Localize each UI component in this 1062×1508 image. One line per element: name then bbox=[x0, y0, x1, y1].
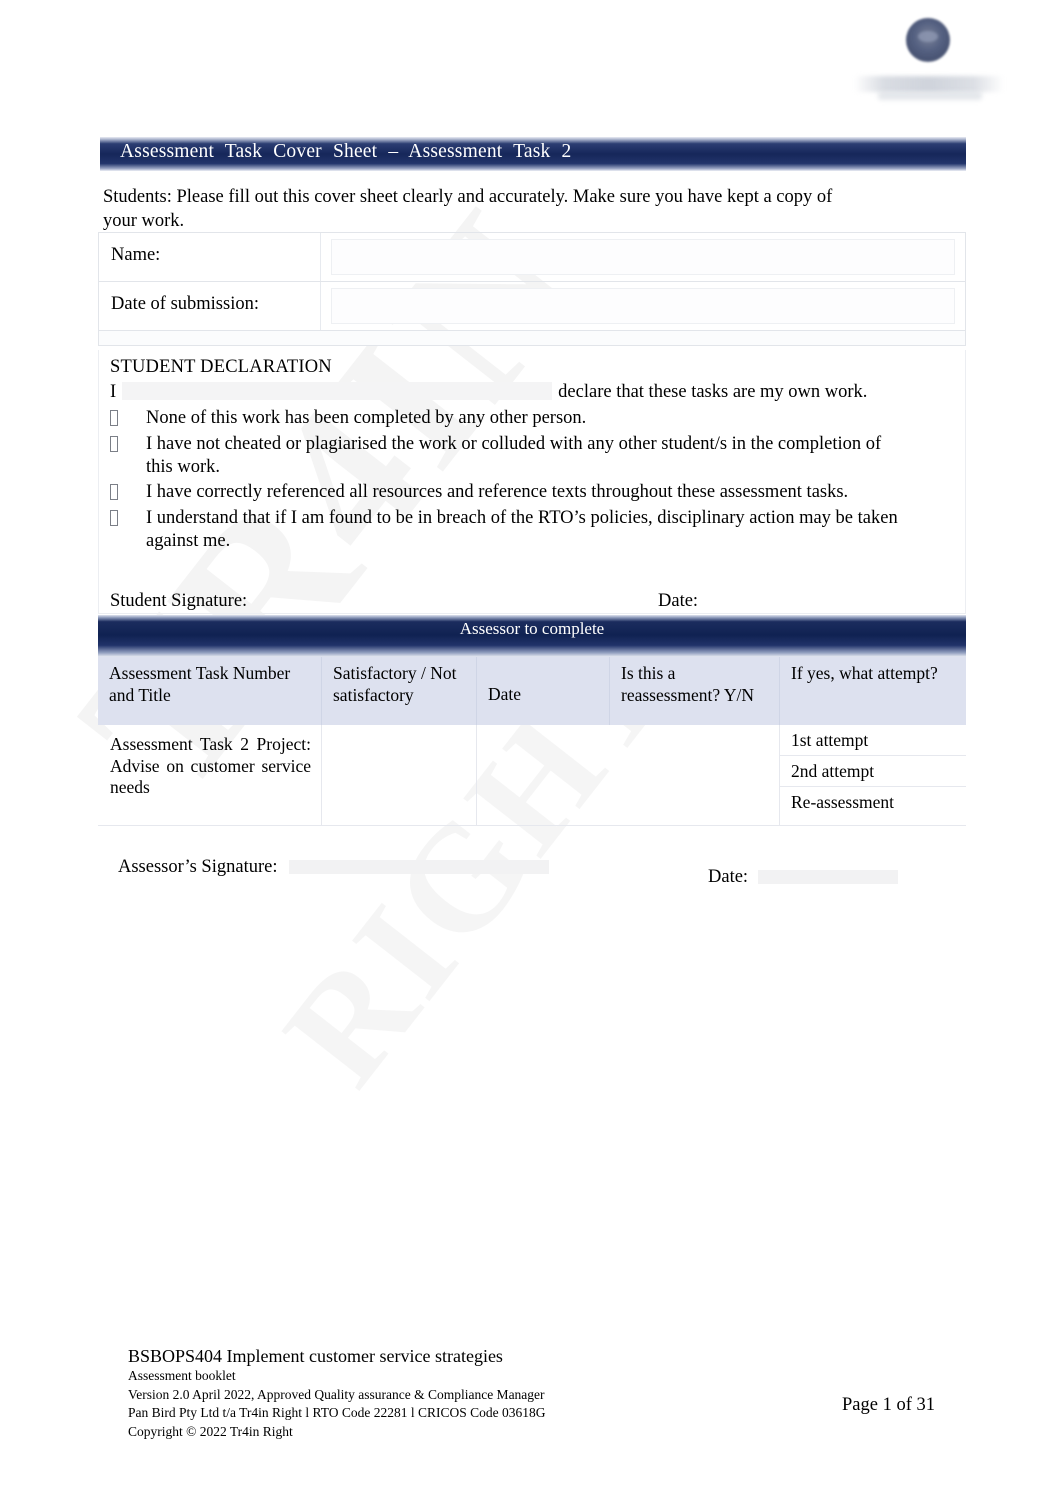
list-item: None of this work has been completed by … bbox=[110, 407, 900, 430]
attempt-option-2[interactable]: 2nd attempt bbox=[780, 756, 966, 787]
checkbox-icon bbox=[110, 433, 146, 478]
table-spacer-row bbox=[98, 331, 966, 346]
checkbox-icon bbox=[110, 481, 146, 504]
cell-attempts: 1st attempt 2nd attempt Re-assessment bbox=[780, 725, 966, 825]
assessor-date-label: Date: bbox=[708, 867, 749, 887]
column-header-satisfactory: Satisfactory / Not satisfactory bbox=[322, 657, 477, 725]
table-header-row: Assessment Task Number and Title Satisfa… bbox=[98, 657, 966, 725]
declaration-item-text: I understand that if I am found to be in… bbox=[146, 508, 898, 551]
column-header-date: Date bbox=[477, 657, 610, 725]
cell-satisfactory-input[interactable] bbox=[322, 725, 477, 825]
list-item: I understand that if I am found to be in… bbox=[110, 507, 900, 552]
student-signature-line: Student Signature: Date: bbox=[110, 591, 910, 612]
assessor-signature-label: Assessor’s Signature: bbox=[118, 857, 278, 877]
column-header-attempt: If yes, what attempt? bbox=[791, 663, 938, 683]
assessor-signature-input[interactable] bbox=[289, 860, 550, 874]
page-footer: BSBOPS404 Implement customer service str… bbox=[128, 1345, 938, 1441]
cell-date-input[interactable] bbox=[477, 725, 610, 825]
column-header-task: Assessment Task Number and Title bbox=[98, 657, 322, 725]
student-signature-date-label: Date: bbox=[658, 591, 699, 611]
cell-task-title: Assessment Task 2 Project: Advise on cus… bbox=[98, 725, 322, 825]
declaration-item-text: None of this work has been completed by … bbox=[146, 408, 587, 428]
student-details-table: Name: Date of submission: bbox=[98, 232, 966, 346]
page-number: Page 1 of 31 bbox=[842, 1395, 935, 1415]
list-item: I have correctly referenced all resource… bbox=[110, 481, 900, 504]
declaration-heading: STUDENT DECLARATION bbox=[110, 357, 332, 377]
table-row: Date of submission: bbox=[98, 281, 966, 331]
declaration-lead-line: Ideclare that these tasks are my own wor… bbox=[110, 382, 900, 403]
intro-paragraph: Students: Please fill out this cover she… bbox=[103, 187, 833, 231]
list-item: I have not cheated or plagiarised the wo… bbox=[110, 433, 900, 478]
assessor-section-banner: Assessor to complete bbox=[98, 615, 966, 657]
name-label: Name: bbox=[99, 233, 321, 281]
assessor-signature-line: Assessor’s Signature: Date: bbox=[118, 857, 938, 887]
table-row: Name: bbox=[98, 232, 966, 281]
name-input[interactable] bbox=[321, 233, 965, 281]
assessor-date-group: Date: bbox=[708, 867, 899, 888]
assessor-table: Assessment Task Number and Title Satisfa… bbox=[98, 657, 966, 826]
assessor-banner-label: Assessor to complete bbox=[459, 619, 605, 638]
declaration-items-list: None of this work has been completed by … bbox=[110, 407, 900, 555]
declaration-item-text: I have correctly referenced all resource… bbox=[146, 482, 849, 502]
checkbox-icon bbox=[110, 507, 146, 552]
page-title: Assessment Task Cover Sheet – Assessment… bbox=[120, 141, 572, 162]
declaration-lead-prefix: I bbox=[110, 382, 117, 402]
checkbox-icon bbox=[110, 407, 146, 430]
table-row: Assessment Task 2 Project: Advise on cus… bbox=[98, 725, 966, 826]
date-of-submission-label: Date of submission: bbox=[99, 282, 321, 330]
attempt-option-reassessment[interactable]: Re-assessment bbox=[780, 787, 966, 817]
cover-sheet-title-banner: Assessment Task Cover Sheet – Assessment… bbox=[100, 137, 966, 171]
student-signature-label: Student Signature: bbox=[110, 591, 248, 611]
cell-reassessment-input[interactable] bbox=[610, 725, 780, 825]
assessor-date-input[interactable] bbox=[758, 870, 899, 884]
attempt-option-1[interactable]: 1st attempt bbox=[780, 725, 966, 756]
date-of-submission-input[interactable] bbox=[321, 282, 965, 330]
footer-unit-title: BSBOPS404 Implement customer service str… bbox=[128, 1346, 503, 1366]
footer-booklet: Assessment booklet bbox=[128, 1368, 236, 1383]
declaration-lead-suffix: declare that these tasks are my own work… bbox=[558, 382, 868, 402]
declaration-item-text: I have not cheated or plagiarised the wo… bbox=[146, 434, 882, 477]
column-header-reassessment: Is this a reassessment? Y/N bbox=[610, 657, 780, 725]
footer-copyright: Copyright © 2022 Tr4in Right bbox=[128, 1423, 293, 1439]
declaration-name-input[interactable] bbox=[122, 382, 553, 400]
document-page: TR4IN RIGHT Assessment Task Cover Sheet … bbox=[0, 0, 1062, 1508]
